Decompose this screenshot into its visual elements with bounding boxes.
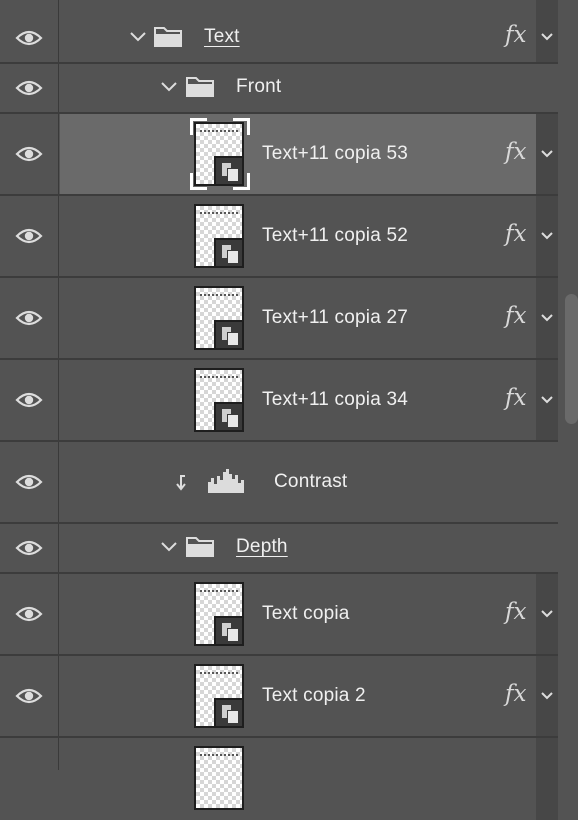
layer-row-contrast[interactable]: Contrast	[0, 442, 558, 524]
effects-strip	[536, 0, 558, 62]
layer-thumbnail[interactable]	[194, 368, 244, 432]
fx-icon[interactable]: fx	[505, 385, 526, 411]
chevron-down-icon[interactable]	[540, 313, 554, 322]
eye-icon[interactable]	[15, 605, 43, 623]
chevron-down-icon[interactable]	[129, 31, 147, 43]
clipping-arrow-icon	[176, 475, 186, 491]
layer-row-text-copia-2[interactable]: Text copia 2 fx	[0, 656, 558, 738]
chevron-down-icon[interactable]	[540, 395, 554, 404]
chevron-down-icon[interactable]	[540, 691, 554, 700]
eye-icon[interactable]	[15, 687, 43, 705]
layer-row-text-copia-52[interactable]: Text+11 copia 52 fx	[0, 196, 558, 278]
layer-row-depth-group[interactable]: Depth	[0, 524, 558, 574]
layer-row-text-copia-27[interactable]: Text+11 copia 27 fx	[0, 278, 558, 360]
layer-thumbnail[interactable]	[194, 286, 244, 350]
fx-icon[interactable]: fx	[505, 221, 526, 247]
fx-icon[interactable]: fx	[505, 303, 526, 329]
smart-object-icon	[214, 238, 244, 268]
chevron-down-icon[interactable]	[160, 541, 178, 553]
histogram-icon	[208, 469, 244, 493]
smart-object-icon	[214, 320, 244, 350]
folder-icon	[186, 77, 214, 97]
chevron-down-icon[interactable]	[540, 32, 554, 41]
layer-row-text-group[interactable]: Text fx	[0, 0, 558, 64]
smart-object-icon	[214, 402, 244, 432]
layer-row-text-copia-53[interactable]: Text+11 copia 53 fx	[0, 114, 558, 196]
eye-icon[interactable]	[15, 391, 43, 409]
fx-icon[interactable]: fx	[505, 22, 526, 48]
eye-icon[interactable]	[15, 145, 43, 163]
layer-name: Text+11 copia 34	[262, 389, 408, 410]
smart-object-icon	[214, 616, 244, 646]
chevron-down-icon[interactable]	[540, 149, 554, 158]
folder-icon	[186, 537, 214, 557]
layer-row-front-group[interactable]: Front	[0, 64, 558, 114]
scrollbar-thumb[interactable]	[565, 294, 578, 424]
layer-name: Depth	[236, 536, 288, 557]
eye-icon[interactable]	[15, 227, 43, 245]
layer-name: Text	[204, 26, 240, 47]
layer-name: Text+11 copia 52	[262, 225, 408, 246]
eye-icon[interactable]	[15, 539, 43, 557]
chevron-down-icon[interactable]	[540, 231, 554, 240]
thumbnail-selection-corners	[190, 118, 250, 190]
layer-name: Text copia 2	[262, 685, 366, 706]
eye-icon[interactable]	[15, 473, 43, 491]
layer-row-text-copia[interactable]: Text copia fx	[0, 574, 558, 656]
layer-thumbnail[interactable]	[194, 664, 244, 728]
eye-icon[interactable]	[15, 29, 43, 47]
layer-thumbnail[interactable]	[194, 746, 244, 810]
chevron-down-icon[interactable]	[540, 609, 554, 618]
layer-name: Front	[236, 76, 282, 97]
smart-object-icon	[214, 698, 244, 728]
layer-name: Contrast	[274, 471, 348, 492]
layers-panel: Text fx Front Text+11 copia 53 fx Text+1…	[0, 0, 578, 820]
folder-icon	[154, 27, 182, 47]
layer-row-text-copia-34[interactable]: Text+11 copia 34 fx	[0, 360, 558, 442]
layer-name: Text+11 copia 27	[262, 307, 408, 328]
layer-thumbnail[interactable]	[194, 204, 244, 268]
eye-icon[interactable]	[15, 79, 43, 97]
effects-strip	[536, 738, 558, 820]
fx-icon[interactable]: fx	[505, 139, 526, 165]
fx-icon[interactable]: fx	[505, 599, 526, 625]
chevron-down-icon[interactable]	[160, 81, 178, 93]
layer-name: Text copia	[262, 603, 350, 624]
eye-icon[interactable]	[15, 309, 43, 327]
layer-row-partial[interactable]	[0, 738, 558, 820]
layer-name: Text+11 copia 53	[262, 143, 408, 164]
layer-thumbnail[interactable]	[194, 582, 244, 646]
fx-icon[interactable]: fx	[505, 681, 526, 707]
